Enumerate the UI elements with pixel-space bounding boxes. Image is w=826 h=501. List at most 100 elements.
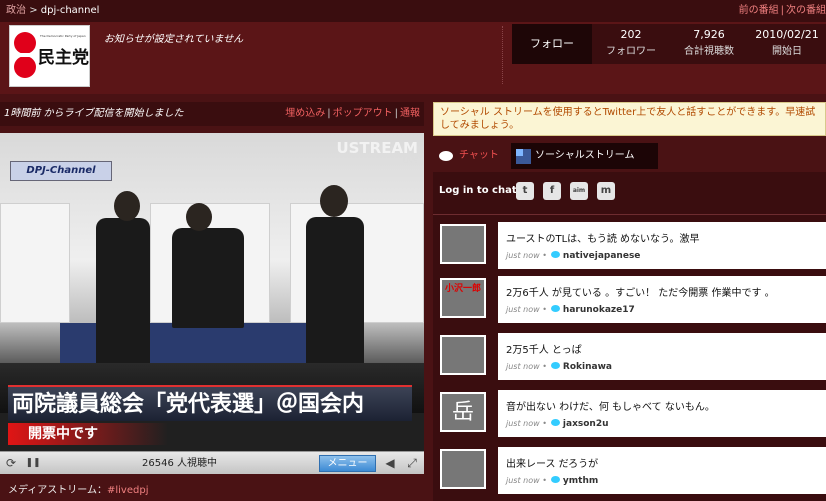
tab-chat-label: チャット <box>459 150 499 161</box>
header-divider <box>502 26 503 84</box>
stat-total-views: 7,926 合計視聴数 <box>670 24 748 64</box>
chat-divider <box>433 214 826 215</box>
twitter-bird-icon <box>550 305 560 312</box>
logo-bar <box>12 53 38 57</box>
stat-followers: 202 フォロワー <box>592 24 670 64</box>
message-meta: just now • nativejapanese <box>506 251 640 261</box>
myspace-login-icon[interactable]: m <box>597 182 615 200</box>
media-stream-hashtag[interactable]: #livedpj <box>107 485 148 496</box>
refresh-icon[interactable]: ⟳ <box>2 455 20 471</box>
tab-social-stream[interactable]: ソーシャルストリーム <box>511 143 658 169</box>
logo-subtitle: The Democratic Party of Japan <box>40 34 86 38</box>
avatar[interactable]: 小沢一郎 <box>440 278 486 318</box>
message-user[interactable]: harunokaze17 <box>563 305 635 315</box>
video-player[interactable]: DPJ-Channel USTREAM LIVE 両院議員総会「党代表選」＠国会… <box>0 133 424 451</box>
video-person-head <box>186 203 212 231</box>
chat-panel: Log in to chat: t f aim m ユーストのTLは、もう読 め… <box>433 172 826 501</box>
message-text: 2万6千人 が見ている 。すごい！ ただ今開票 作業中です 。 <box>506 288 775 299</box>
tab-social-label: ソーシャルストリーム <box>535 150 635 161</box>
media-stream-label: メディアストリーム： <box>8 485 107 496</box>
video-person-head <box>320 185 348 217</box>
channel-stats: フォロー 202 フォロワー 7,926 合計視聴数 2010/02/21 開始… <box>512 24 826 64</box>
message-user[interactable]: jaxson2u <box>563 419 609 429</box>
avatar[interactable] <box>440 335 486 375</box>
logo-circle-top <box>14 32 36 54</box>
social-stream-icon <box>516 149 531 164</box>
logo-text: 民主党 <box>38 48 89 68</box>
link-separator: | <box>327 108 331 119</box>
channel-notice: お知らせが設定されていません <box>104 34 244 45</box>
channel-header: The Democratic Party of Japan 民主党 お知らせが設… <box>0 22 826 94</box>
chat-message: 出来レース だろうが just now • ymthm <box>439 447 826 494</box>
breadcrumb-separator: > <box>29 5 38 16</box>
pause-icon[interactable]: ❚❚ <box>24 455 42 471</box>
live-status-bar: 1時間前 からライブ配信を開始しました 埋め込み | ポップアウト | 通報 <box>0 102 424 126</box>
message-time: just now • <box>506 419 547 428</box>
twitter-bird-icon <box>550 251 560 258</box>
logo-circle-bottom <box>14 56 36 78</box>
follow-button[interactable]: フォロー <box>512 24 592 64</box>
message-user[interactable]: Rokinawa <box>563 362 612 372</box>
login-options: t f aim m <box>516 182 624 200</box>
message-text: 2万5千人 とっぱ <box>506 345 582 356</box>
stat-label: 開始日 <box>772 46 802 57</box>
stat-label: フォロワー <box>606 46 656 57</box>
video-person <box>96 218 150 368</box>
report-link[interactable]: 通報 <box>400 108 420 119</box>
social-stream-promo: ソーシャル ストリームを使用するとTwitter上で友人と話すことができます。早… <box>433 102 826 136</box>
video-actions: 埋め込み | ポップアウト | 通報 <box>285 102 420 126</box>
volume-icon[interactable]: ◀ <box>381 455 399 471</box>
twitter-login-icon[interactable]: t <box>516 182 534 200</box>
avatar[interactable] <box>440 449 486 489</box>
stat-label: 合計視聴数 <box>684 46 734 57</box>
player-menu-button[interactable]: メニュー <box>319 455 376 472</box>
video-channel-label: DPJ-Channel <box>10 161 112 181</box>
message-meta: just now • jaxson2u <box>506 419 609 429</box>
prev-program-link[interactable]: 前の番組 <box>739 5 779 16</box>
dpj-logo[interactable]: The Democratic Party of Japan 民主党 <box>9 25 90 87</box>
link-separator: | <box>394 108 398 119</box>
message-meta: just now • harunokaze17 <box>506 305 635 315</box>
player-controls: ⟳ ❚❚ 26546 人視聴中 メニュー ◀ ⤢ <box>0 451 424 474</box>
fullscreen-icon[interactable]: ⤢ <box>403 455 421 471</box>
twitter-bird-icon <box>550 419 560 426</box>
ustream-watermark: USTREAM LIVE <box>336 139 418 165</box>
message-text: ユーストのTLは、もう読 めないなう。激早 <box>506 234 700 245</box>
chat-bubble: 2万5千人 とっぱ just now • Rokinawa <box>498 333 826 380</box>
facebook-login-icon[interactable]: f <box>543 182 561 200</box>
video-subcaption-text: 開票中です <box>28 426 98 442</box>
popout-link[interactable]: ポップアウト <box>333 108 393 119</box>
aim-login-icon[interactable]: aim <box>570 182 588 200</box>
chat-message: 小沢一郎 2万6千人 が見ている 。すごい！ ただ今開票 作業中です 。 jus… <box>439 276 826 323</box>
chat-message: 2万5千人 とっぱ just now • Rokinawa <box>439 333 826 380</box>
video-subcaption: 開票中です <box>8 423 168 445</box>
login-label: Log in to chat: <box>439 185 521 196</box>
video-caption-text: 両院議員総会「党代表選」＠国会内 <box>12 391 365 417</box>
tab-chat[interactable]: チャット <box>433 143 505 169</box>
message-user[interactable]: ymthm <box>563 476 598 486</box>
video-person <box>306 217 364 367</box>
chat-bubble: 出来レース だろうが just now • ymthm <box>498 447 826 494</box>
avatar[interactable]: 岳 <box>440 392 486 432</box>
live-status-text: 1時間前 からライブ配信を開始しました <box>4 108 184 119</box>
next-program-link[interactable]: 次の番組 <box>786 5 826 16</box>
message-text: 音が出ない わけだ、何 もしゃべて ないもん。 <box>506 402 715 413</box>
message-time: just now • <box>506 362 547 371</box>
video-person <box>172 228 244 328</box>
ustream-live: LIVE <box>402 157 418 165</box>
message-text: 出来レース だろうが <box>506 459 599 470</box>
video-backdrop-panel <box>0 203 70 323</box>
message-time: just now • <box>506 305 547 314</box>
video-caption: 両院議員総会「党代表選」＠国会内 <box>8 385 412 421</box>
chat-bubble-icon <box>439 151 453 161</box>
breadcrumb-parent-link[interactable]: 政治 <box>6 5 26 16</box>
stat-value: 202 <box>620 28 642 41</box>
embed-link[interactable]: 埋め込み <box>285 108 325 119</box>
media-stream: メディアストリーム：#livedpj <box>0 481 424 501</box>
message-user[interactable]: nativejapanese <box>563 251 640 261</box>
stat-value: 2010/02/21 <box>755 28 819 41</box>
viewer-count: 26546 人視聴中 <box>142 458 217 469</box>
avatar[interactable] <box>440 224 486 264</box>
stat-start-date: 2010/02/21 開始日 <box>748 24 826 64</box>
chat-bubble: ユーストのTLは、もう読 めないなう。激早 just now • nativeja… <box>498 222 826 269</box>
